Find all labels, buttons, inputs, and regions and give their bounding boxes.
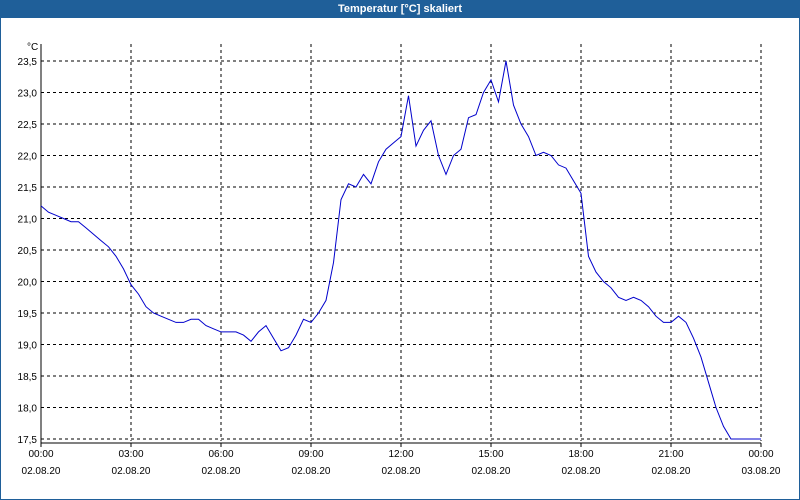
x-tick-date: 02.08.20	[382, 466, 421, 477]
chart-window: Temperatur [°C] skaliert 17,5 18,0 18,5 19,…	[0, 0, 800, 500]
y-tick-label: 19,0	[18, 341, 38, 352]
x-tick-date: 02.08.20	[202, 466, 241, 477]
y-tick-label: 23,5	[18, 57, 38, 68]
y-tick-label: 20,0	[18, 278, 38, 289]
y-tick-label: 21,0	[18, 215, 38, 226]
y-tick-label: 18,5	[18, 372, 38, 383]
y-tick-label: 20,5	[18, 246, 38, 257]
window-title: Temperatur [°C] skaliert	[1, 1, 799, 18]
x-tick-time: 06:00	[208, 449, 233, 460]
x-tick-date: 02.08.20	[292, 466, 331, 477]
x-tick-date: 02.08.20	[112, 466, 151, 477]
x-tick-time: 00:00	[748, 449, 773, 460]
y-tick-label: 23,0	[18, 89, 38, 100]
x-tick-date: 02.08.20	[562, 466, 601, 477]
x-tick-time: 09:00	[298, 449, 323, 460]
y-tick-label: 19,5	[18, 309, 38, 320]
x-tick-date: 02.08.20	[22, 466, 61, 477]
y-axis-label: °C	[27, 42, 38, 53]
y-tick-label: 18,0	[18, 404, 38, 415]
x-tick-time: 00:00	[28, 449, 53, 460]
x-tick-time: 21:00	[658, 449, 683, 460]
grid	[40, 44, 762, 441]
x-tick-time: 03:00	[118, 449, 143, 460]
y-tick-label: 22,5	[18, 120, 38, 131]
y-tick-label: 17,5	[18, 435, 38, 446]
tick-labels: 17,5 18,0 18,5 19,0 19,5 20,0 20,5 21,0 21,5 22,0…	[18, 42, 781, 477]
x-tick-date: 02.08.20	[652, 466, 691, 477]
y-tick-label: 21,5	[18, 183, 38, 194]
x-tick-date: 03.08.20	[742, 466, 781, 477]
x-tick-time: 18:00	[568, 449, 593, 460]
x-tick-date: 02.08.20	[472, 466, 511, 477]
y-tick-label: 22,0	[18, 152, 38, 163]
x-tick-time: 12:00	[388, 449, 413, 460]
x-tick-time: 15:00	[478, 449, 503, 460]
temperature-chart: 17,5 18,0 18,5 19,0 19,5 20,0 20,5 21,0 21,5 22,0…	[18, 42, 781, 477]
